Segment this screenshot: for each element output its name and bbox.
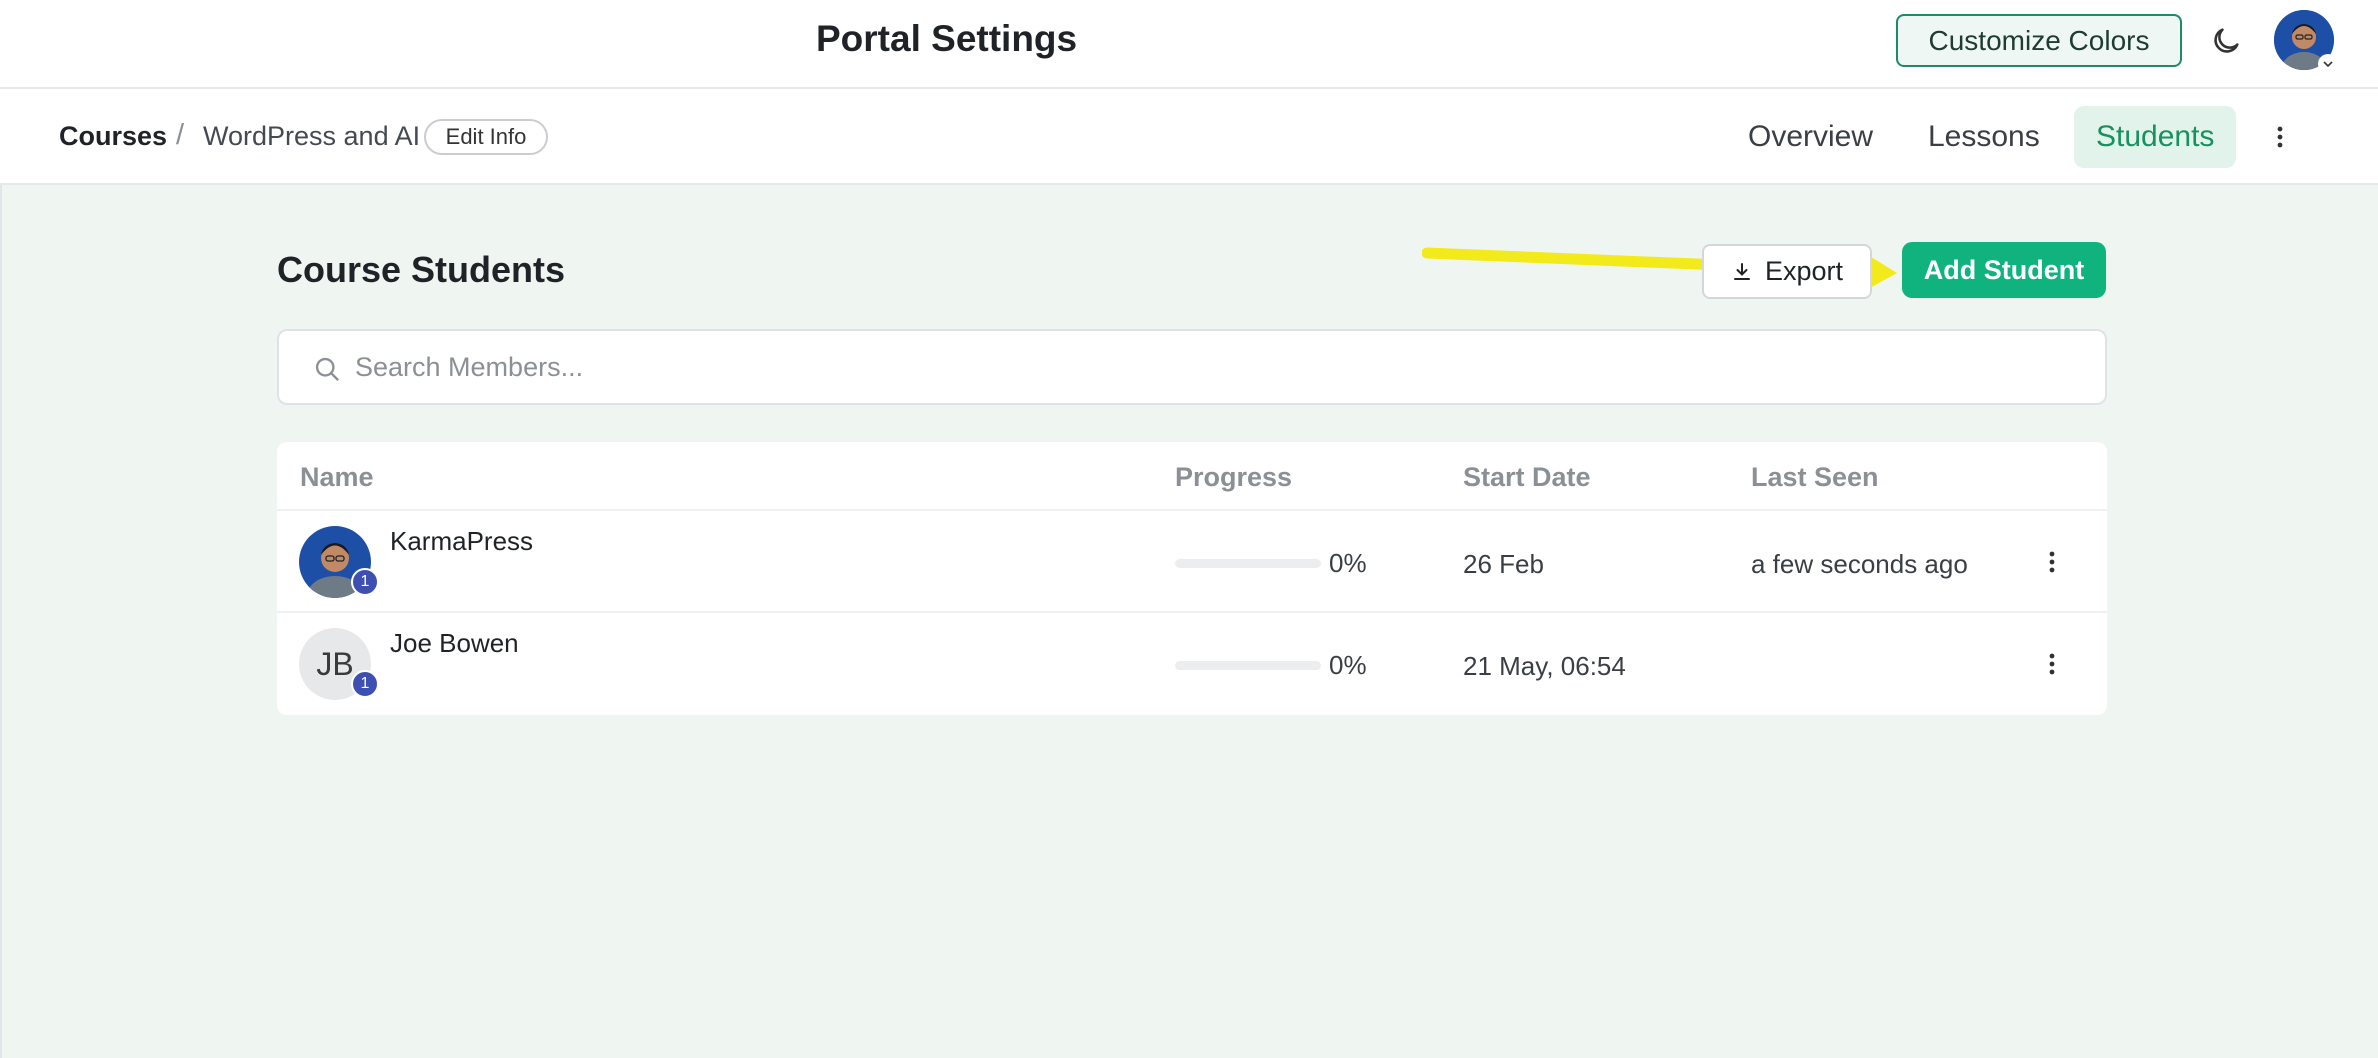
column-header-start-date[interactable]: Start Date bbox=[1463, 462, 1591, 493]
avatar-badge: 1 bbox=[351, 568, 379, 596]
page-title: Portal Settings bbox=[816, 18, 1078, 59]
progress-bar bbox=[1175, 661, 1321, 670]
tab-students[interactable]: Students bbox=[2074, 106, 2237, 168]
export-label: Export bbox=[1764, 256, 1844, 286]
start-date: 21 May, 06:54 bbox=[1463, 651, 1626, 681]
main-content: Course Students Export Add Student Name … bbox=[0, 185, 2378, 1058]
start-date: 26 Feb bbox=[1463, 549, 1544, 579]
course-nav-bar: Courses / WordPress and AI Edit Info Ove… bbox=[0, 89, 2378, 185]
progress-percent: 0% bbox=[1329, 650, 1367, 680]
search-bar[interactable] bbox=[277, 329, 2107, 405]
column-header-name[interactable]: Name bbox=[300, 462, 374, 493]
edit-info-button[interactable]: Edit Info bbox=[424, 119, 548, 155]
top-bar: Portal Settings Customize Colors bbox=[0, 0, 2378, 89]
column-header-last-seen[interactable]: Last Seen bbox=[1751, 462, 1879, 493]
column-header-progress[interactable]: Progress bbox=[1175, 462, 1292, 493]
student-name[interactable]: Joe Bowen bbox=[390, 628, 519, 659]
more-vertical-icon bbox=[2049, 653, 2055, 675]
tab-lessons[interactable]: Lessons bbox=[1906, 106, 2062, 168]
chevron-down-icon bbox=[2318, 54, 2338, 74]
breadcrumb-courses-link[interactable]: Courses bbox=[59, 121, 167, 152]
user-avatar-menu[interactable] bbox=[2274, 10, 2338, 74]
add-student-button[interactable]: Add Student bbox=[1902, 242, 2106, 298]
more-vertical-icon bbox=[2049, 551, 2055, 573]
avatar: JB 1 bbox=[299, 628, 379, 700]
search-icon bbox=[315, 357, 339, 381]
more-vertical-icon bbox=[2277, 126, 2283, 148]
more-options-button[interactable] bbox=[2264, 115, 2296, 159]
customize-colors-button[interactable]: Customize Colors bbox=[1896, 14, 2182, 67]
table-header: Name Progress Start Date Last Seen bbox=[277, 442, 2107, 511]
row-actions-button[interactable] bbox=[2037, 646, 2067, 682]
progress-bar bbox=[1175, 559, 1321, 568]
avatar-badge: 1 bbox=[351, 670, 379, 698]
section-title: Course Students bbox=[277, 249, 566, 290]
avatar: 1 bbox=[299, 526, 379, 598]
students-table: Name Progress Start Date Last Seen 1 Kar… bbox=[277, 442, 2107, 715]
breadcrumb-course-name: WordPress and AI bbox=[203, 121, 421, 151]
dark-mode-toggle[interactable] bbox=[2204, 19, 2248, 63]
tab-overview[interactable]: Overview bbox=[1726, 106, 1895, 168]
table-row[interactable]: 1 KarmaPress 0% 26 Feb a few seconds ago bbox=[277, 512, 2107, 613]
row-actions-button[interactable] bbox=[2037, 544, 2067, 580]
moon-icon bbox=[2214, 28, 2239, 53]
search-input[interactable] bbox=[355, 345, 2055, 389]
download-icon bbox=[1733, 262, 1750, 280]
table-row[interactable]: JB 1 Joe Bowen 0% 21 May, 06:54 bbox=[277, 614, 2107, 715]
progress-percent: 0% bbox=[1329, 548, 1367, 578]
last-seen: a few seconds ago bbox=[1751, 549, 1968, 579]
student-name[interactable]: KarmaPress bbox=[390, 526, 533, 557]
breadcrumb-separator: / bbox=[176, 119, 185, 151]
export-button[interactable]: Export bbox=[1702, 244, 1872, 299]
